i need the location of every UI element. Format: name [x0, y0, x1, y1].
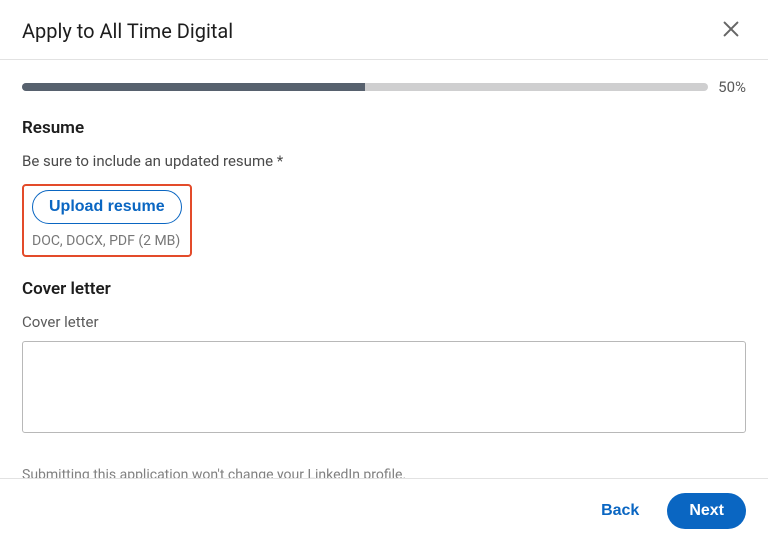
modal-content: 50% Resume Be sure to include an updated…: [0, 60, 768, 478]
progress-percent: 50%: [718, 78, 746, 96]
next-button[interactable]: Next: [667, 493, 746, 529]
cover-letter-label: Cover letter: [22, 313, 746, 331]
upload-resume-button[interactable]: Upload resume: [32, 190, 182, 224]
progress-fill: [22, 83, 365, 91]
progress-row: 50%: [22, 78, 746, 96]
resume-heading: Resume: [22, 118, 746, 138]
progress-bar: [22, 83, 708, 91]
apply-modal: Apply to All Time Digital 50% Resume Be …: [0, 0, 768, 543]
cover-letter-heading: Cover letter: [22, 279, 746, 299]
modal-header: Apply to All Time Digital: [0, 0, 768, 60]
resume-prompt: Be sure to include an updated resume *: [22, 152, 746, 170]
modal-title: Apply to All Time Digital: [22, 19, 233, 43]
disclosure-text: Submitting this application won't change…: [22, 465, 746, 478]
modal-footer: Back Next: [0, 478, 768, 543]
close-icon: [720, 18, 742, 43]
back-button[interactable]: Back: [587, 494, 653, 528]
disclosure-line1: Submitting this application won't change…: [22, 465, 746, 478]
upload-file-hint: DOC, DOCX, PDF (2 MB): [32, 233, 180, 249]
upload-highlight: Upload resume DOC, DOCX, PDF (2 MB): [22, 184, 192, 257]
cover-letter-textarea[interactable]: [22, 341, 746, 433]
close-button[interactable]: [716, 14, 746, 47]
